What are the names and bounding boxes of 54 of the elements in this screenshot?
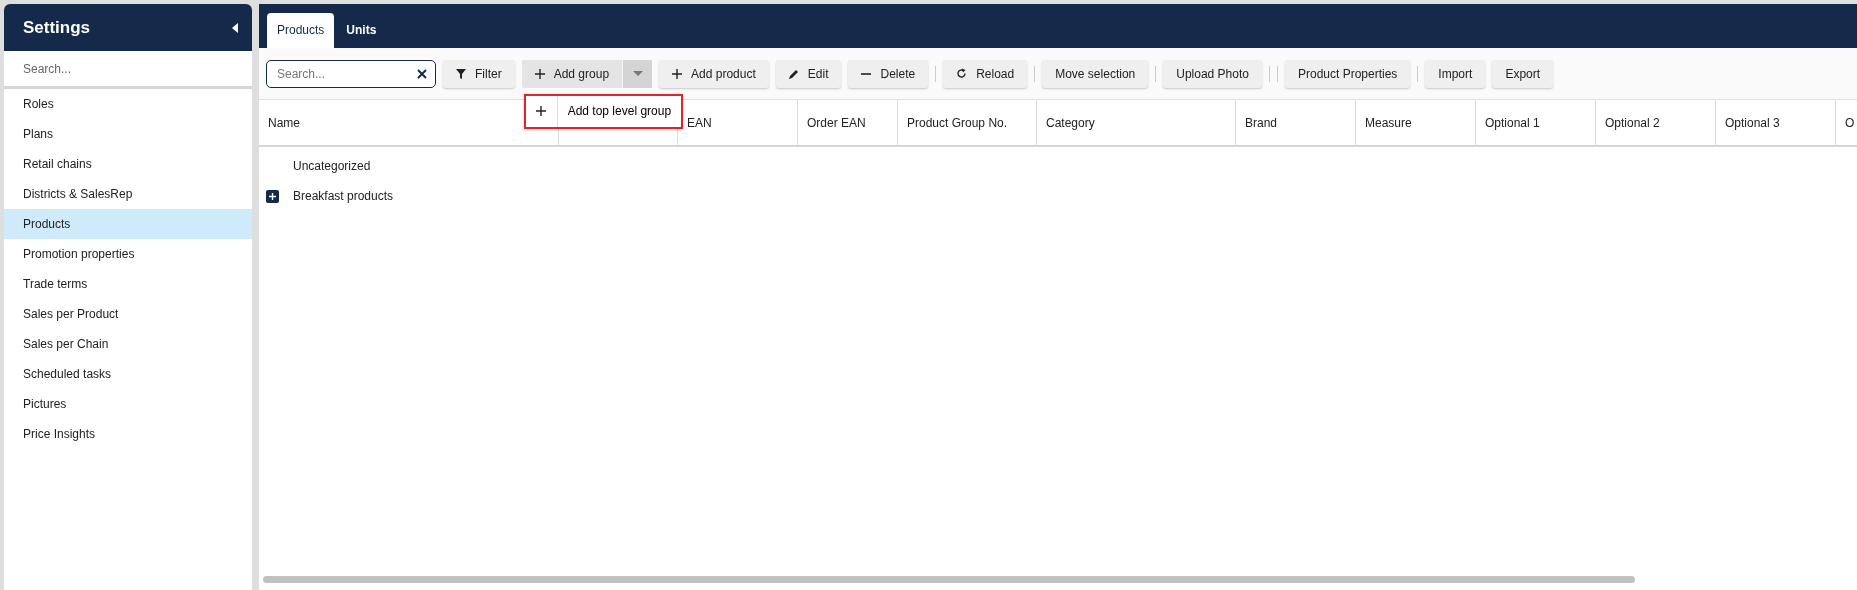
dropdown-button[interactable] xyxy=(622,59,653,88)
column-header[interactable]: Measure xyxy=(1356,100,1476,145)
column-header[interactable]: Category xyxy=(1037,100,1236,145)
column-header[interactable]: Optional 1 xyxy=(1476,100,1596,145)
toolbar-button[interactable]: Upload Photo xyxy=(1163,59,1262,88)
toolbar-button[interactable]: Add product xyxy=(659,59,769,88)
sidebar-item[interactable]: Pictures xyxy=(4,389,252,419)
column-header[interactable]: Name xyxy=(259,100,559,145)
toolbar-button[interactable]: Export xyxy=(1492,59,1554,88)
sidebar-item[interactable]: Sales per Product xyxy=(4,299,252,329)
expand-button[interactable] xyxy=(266,189,279,203)
tree-row-label[interactable]: Uncategorized xyxy=(293,157,371,175)
column-header[interactable]: Optional 3 xyxy=(1716,100,1836,145)
caret-down-icon xyxy=(632,71,643,76)
toolbar-button[interactable]: Product Properties xyxy=(1284,59,1411,88)
column-header[interactable]: Optional 2 xyxy=(1596,100,1716,145)
sidebar-item[interactable]: Districts & SalesRep xyxy=(4,179,252,209)
scrollbar-thumb[interactable] xyxy=(263,576,1635,583)
sidebar-item[interactable]: Roles xyxy=(4,89,252,119)
caret-left-icon xyxy=(232,22,238,33)
menu-item[interactable]: Add top level group xyxy=(525,95,682,127)
reload-icon xyxy=(956,68,968,79)
column-header[interactable]: EAN xyxy=(678,100,798,145)
column-header[interactable]: Order EAN xyxy=(798,100,898,145)
sidebar-item[interactable]: Products xyxy=(4,209,252,239)
column-header[interactable]: Brand xyxy=(1236,100,1356,145)
sidebar-item[interactable]: Trade terms xyxy=(4,269,252,299)
tree-row-label[interactable]: Breakfast products xyxy=(293,187,394,205)
toolbar-button[interactable]: Delete xyxy=(848,59,929,88)
plus-icon xyxy=(536,106,547,116)
toolbar-button[interactable]: Edit xyxy=(775,59,842,88)
sidebar-item[interactable]: Sales per Chain xyxy=(4,329,252,359)
clear-icon xyxy=(417,68,427,79)
column-header[interactable]: Product Group No. xyxy=(898,100,1037,145)
tab[interactable]: Products xyxy=(267,13,335,48)
column-header[interactable]: O xyxy=(1836,100,1857,145)
toolbar-button[interactable]: Import xyxy=(1425,59,1486,88)
sidebar-title: Settings xyxy=(23,16,91,39)
toolbar-button[interactable]: Filter xyxy=(443,59,515,88)
collapse-button[interactable] xyxy=(232,22,238,33)
sidebar-item[interactable]: Plans xyxy=(4,119,252,149)
plus-icon xyxy=(534,68,545,79)
sidebar-item[interactable]: Retail chains xyxy=(4,149,252,179)
toolbar-button[interactable]: Reload xyxy=(943,59,1028,88)
search-box[interactable]: Search... xyxy=(266,59,436,88)
toolbar-button[interactable]: Move selection xyxy=(1042,59,1149,88)
filter-icon xyxy=(456,68,466,79)
plus-icon xyxy=(269,192,276,200)
sidebar-item[interactable]: Scheduled tasks xyxy=(4,359,252,389)
sidebar-item[interactable]: Promotion properties xyxy=(4,239,252,269)
pencil-icon xyxy=(788,68,799,79)
plus-icon xyxy=(672,68,683,79)
tab[interactable]: Units xyxy=(336,13,387,48)
sidebar-item[interactable]: Price Insights xyxy=(4,419,252,449)
